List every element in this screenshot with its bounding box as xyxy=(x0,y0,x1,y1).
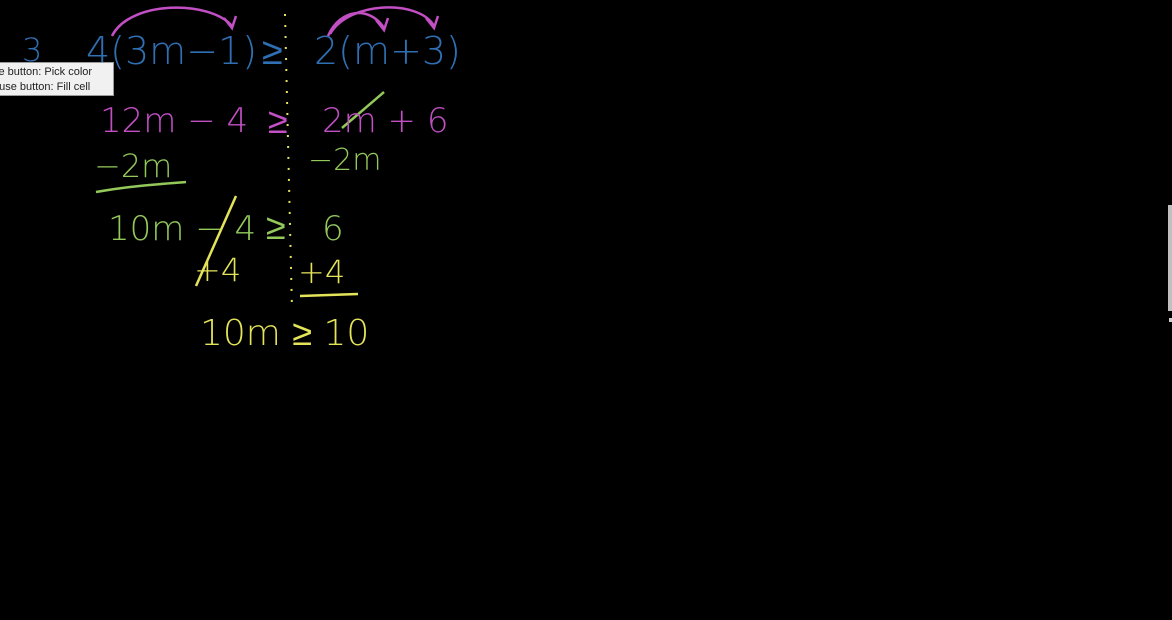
line1-operator: ≥ xyxy=(262,29,283,73)
line4-left: 10m − 4 xyxy=(108,209,257,249)
ink-strokes xyxy=(95,6,440,311)
line6-result: 10m ≥ 10 xyxy=(200,313,370,354)
line5-right: +4 xyxy=(298,253,346,291)
tooltip-line-pick-color: se button: Pick color xyxy=(0,66,93,78)
tooltip-line-fill-cell: ouse button: Fill cell xyxy=(0,81,91,93)
line4-right: 6 xyxy=(322,209,344,249)
blackboard-canvas[interactable]: 3 4(3m−1) ≥ 2(m+3) 12m − 4 ≥ 2m + 6 −2m … xyxy=(0,0,1172,620)
line2-right: 2m + 6 xyxy=(322,101,449,141)
line1-right: 2(m+3) xyxy=(314,29,461,73)
distribute-arrow-1-head xyxy=(223,15,238,31)
line2-left: 12m − 4 xyxy=(100,101,249,141)
tooltip: se button: Pick color ouse button: Fill … xyxy=(0,62,114,96)
line5-left: +4 xyxy=(194,251,242,289)
dotted-divider xyxy=(284,13,293,311)
underline-right-plus4 xyxy=(299,292,359,298)
line4-operator: ≥ xyxy=(266,207,286,248)
line3-left: −2m xyxy=(94,147,173,185)
scrollbar[interactable] xyxy=(1168,205,1172,311)
line2-operator: ≥ xyxy=(268,101,288,142)
line3-right: −2m xyxy=(308,143,382,178)
